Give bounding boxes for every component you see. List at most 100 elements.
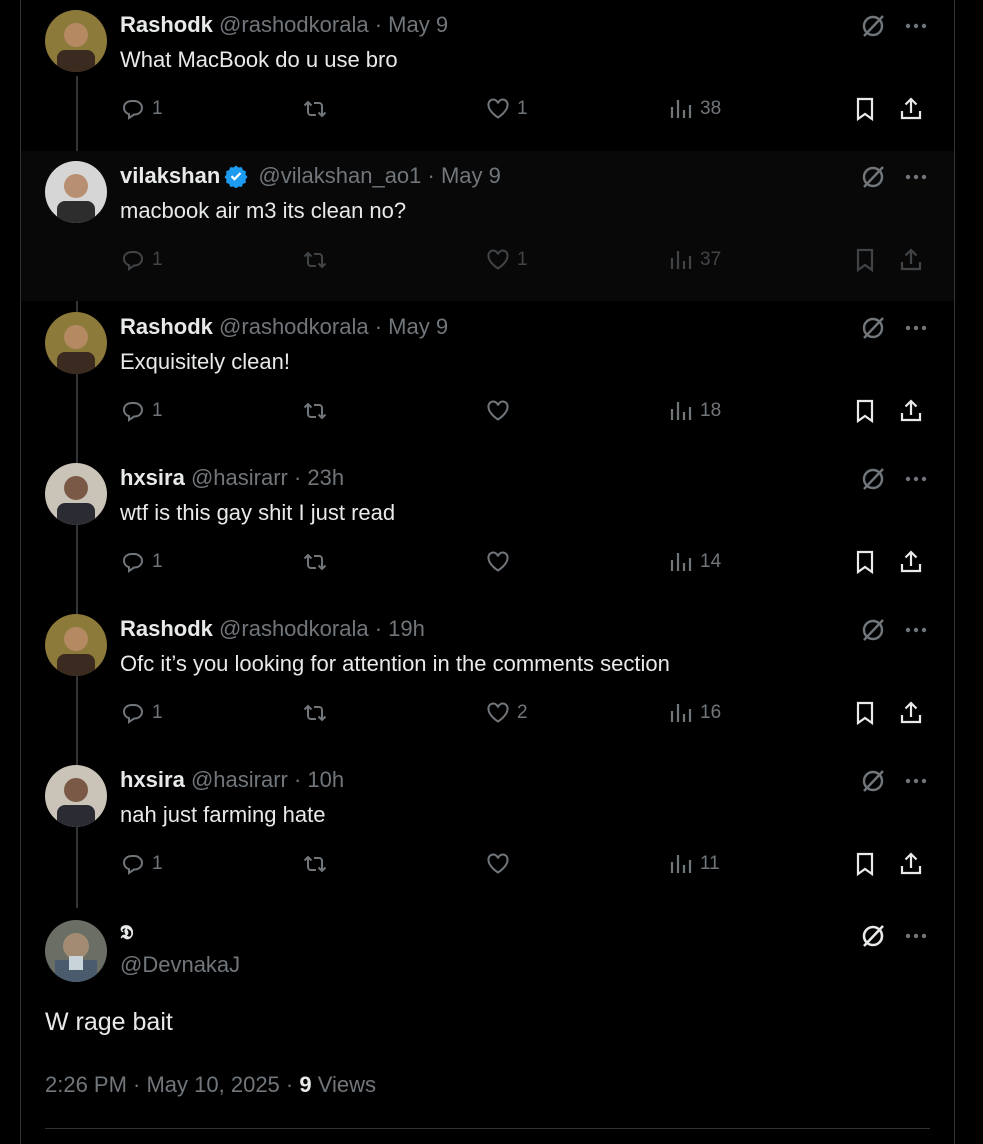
grok-icon[interactable] [859,12,887,40]
grok-icon[interactable] [859,314,887,342]
more-icon[interactable] [901,616,931,644]
grok-icon[interactable] [859,922,887,950]
repost-button[interactable] [302,94,334,124]
grok-icon[interactable] [859,163,887,191]
like-button[interactable]: 1 [485,94,528,124]
views-count: 14 [700,551,722,572]
share-button[interactable] [898,698,924,728]
like-button[interactable] [485,547,517,577]
repost-button[interactable] [302,849,334,879]
more-icon[interactable] [901,163,931,191]
share-button[interactable] [898,245,924,275]
bookmark-icon [856,248,874,273]
timestamp[interactable]: 23h [307,465,344,490]
reply-button[interactable]: 1 [120,94,163,124]
avatar[interactable] [45,463,107,525]
share-button[interactable] [898,396,924,426]
bookmark-button[interactable] [852,245,878,275]
reply-tweet[interactable]: hxsira @hasirarr · 10h nah just farming … [21,755,954,905]
views-button[interactable]: 18 [668,396,721,426]
reply-tweet[interactable]: Rashodk @rashodkorala · 19h Ofc it’s you… [21,604,954,754]
share-button[interactable] [898,94,924,124]
tweet-header: Rashodk @rashodkorala · 19h [120,615,425,643]
reply-count: 1 [152,551,163,572]
author-handle[interactable]: @vilakshan_ao1 [258,163,421,188]
timestamp[interactable]: May 9 [441,163,501,188]
share-button[interactable] [898,849,924,879]
reply-tweet[interactable]: hxsira @hasirarr · 23h wtf is this gay s… [21,453,954,603]
bookmark-button[interactable] [852,849,878,879]
views-button[interactable]: 16 [668,698,721,728]
like-button[interactable] [485,396,517,426]
bookmark-button[interactable] [852,94,878,124]
author-name[interactable]: Rashodk [120,616,213,641]
avatar[interactable] [45,614,107,676]
repost-button[interactable] [302,698,334,728]
tweet-text: What MacBook do u use bro [120,47,398,72]
author-name[interactable]: Rashodk [120,314,213,339]
views-icon [670,704,692,722]
more-icon[interactable] [901,465,931,493]
timestamp[interactable]: 2:26 PM · May 10, 2025 · [45,1072,299,1097]
avatar[interactable] [45,10,107,72]
reply-tweet[interactable]: vilakshan @vilakshan_ao1 · May 9 macbook… [21,151,954,301]
reply-button[interactable]: 1 [120,245,163,275]
author-handle[interactable]: @hasirarr [191,465,288,490]
author-handle[interactable]: @rashodkorala [219,616,369,641]
like-button[interactable] [485,849,517,879]
tweet-meta: 2:26 PM · May 10, 2025 · 9 Views [45,1072,376,1098]
reply-tweet[interactable]: Rashodk @rashodkorala · May 9 Exquisitel… [21,302,954,452]
author-handle[interactable]: @hasirarr [191,767,288,792]
main-tweet[interactable]: 𝕯 @DevnakaJ W rage bait 2:26 PM · May 10… [21,908,954,1144]
author-name[interactable]: Rashodk [120,12,213,37]
like-button[interactable]: 2 [485,698,528,728]
avatar[interactable] [45,161,107,223]
views-button[interactable]: 14 [668,547,721,577]
avatar[interactable] [45,920,107,982]
tweet-header: hxsira @hasirarr · 23h [120,464,344,492]
bookmark-button[interactable] [852,698,878,728]
more-icon[interactable] [901,314,931,342]
author-name[interactable]: hxsira [120,767,185,792]
views-button[interactable]: 38 [668,94,721,124]
reply-button[interactable]: 1 [120,547,163,577]
tweet-header: Rashodk @rashodkorala · May 9 [120,313,448,341]
more-icon[interactable] [901,767,931,795]
reply-count: 1 [152,249,163,270]
more-icon[interactable] [901,922,931,950]
like-button[interactable]: 1 [485,245,528,275]
more-icon[interactable] [901,12,931,40]
bookmark-button[interactable] [852,547,878,577]
repost-button[interactable] [302,245,334,275]
author-name[interactable]: hxsira [120,465,185,490]
bookmark-button[interactable] [852,396,878,426]
reply-button[interactable]: 1 [120,849,163,879]
grok-icon[interactable] [859,616,887,644]
reply-tweet[interactable]: Rashodk @rashodkorala · May 9 What MacBo… [21,0,954,150]
author-handle[interactable]: @rashodkorala [219,12,369,37]
share-button[interactable] [898,547,924,577]
author-name[interactable]: vilakshan [120,163,220,188]
views-button[interactable]: 11 [668,849,720,879]
views-button[interactable]: 37 [668,245,721,275]
timestamp[interactable]: 10h [307,767,344,792]
reply-button[interactable]: 1 [120,698,163,728]
repost-button[interactable] [302,396,334,426]
timestamp[interactable]: May 9 [388,12,448,37]
separator: · [287,767,308,792]
reply-button[interactable]: 1 [120,396,163,426]
repost-button[interactable] [302,547,334,577]
avatar[interactable] [45,765,107,827]
views-count: 16 [700,702,722,723]
tweet-text: wtf is this gay shit I just read [120,500,396,525]
grok-icon[interactable] [859,767,887,795]
grok-icon[interactable] [859,465,887,493]
timestamp[interactable]: 19h [388,616,425,641]
timestamp[interactable]: May 9 [388,314,448,339]
views-count: 9 [299,1072,312,1097]
author-handle[interactable]: @DevnakaJ [120,952,240,978]
avatar[interactable] [45,312,107,374]
author-name[interactable]: 𝕯 [120,922,133,945]
action-bar: 1 11 [120,849,950,879]
author-handle[interactable]: @rashodkorala [219,314,369,339]
